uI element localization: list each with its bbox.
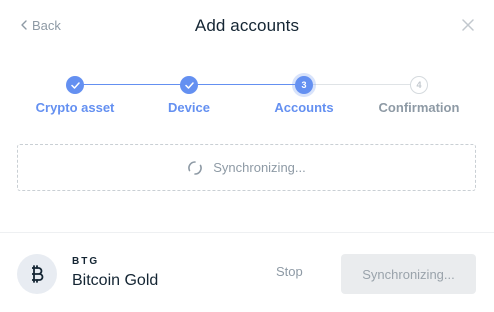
coin-name: Bitcoin Gold [72, 272, 159, 289]
footer-divider [0, 232, 494, 233]
step-label: Confirmation [378, 100, 460, 115]
stepper: Crypto asset Device 3 Accounts 4 Confirm… [0, 74, 494, 118]
coin-ticker: BTG [72, 256, 100, 267]
synchronizing-button[interactable]: Synchronizing... [341, 254, 476, 294]
spinner-icon [187, 160, 203, 176]
close-icon[interactable] [462, 19, 474, 31]
sync-status-text: Synchronizing... [213, 160, 306, 175]
step-crypto-asset: Crypto asset [20, 74, 130, 115]
check-icon [180, 76, 198, 94]
sync-panel: Synchronizing... [17, 144, 476, 191]
step-label: Crypto asset [35, 100, 115, 115]
stop-button[interactable]: Stop [276, 264, 303, 279]
step-number: 3 [295, 76, 313, 94]
modal-title: Add accounts [194, 16, 300, 35]
step-label: Accounts [274, 100, 334, 115]
step-device: Device [134, 74, 244, 115]
bitcoin-icon [17, 254, 57, 294]
step-confirmation: 4 Confirmation [364, 74, 474, 115]
step-number: 4 [410, 76, 428, 94]
check-icon [66, 76, 84, 94]
add-accounts-modal: Back Add accounts Crypto asset Device 3 … [0, 0, 494, 312]
step-label: Device [168, 100, 210, 115]
step-accounts: 3 Accounts [249, 74, 359, 115]
